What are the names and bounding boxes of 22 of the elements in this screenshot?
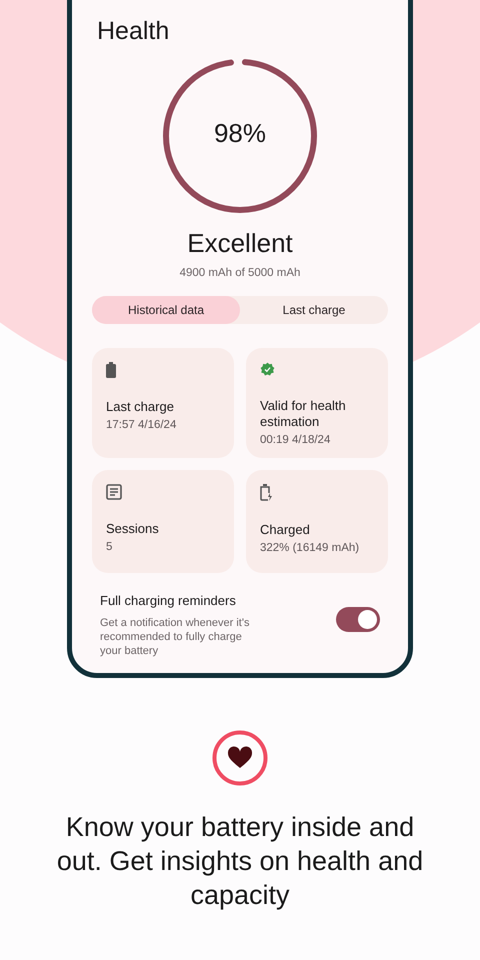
card-value: 00:19 4/18/24 <box>260 434 332 446</box>
card-title: Valid for health estimation <box>260 398 347 430</box>
tagline: Know your battery inside and out. Get insights on health and capacity <box>56 811 424 912</box>
reminder-title: Full charging reminders <box>100 593 237 608</box>
tab[interactable]: Historical data <box>92 296 240 324</box>
health-rating: Excellent <box>187 228 293 259</box>
capacity-text: 4900 mAh of 5000 mAh <box>180 267 300 279</box>
notes-icon <box>106 484 122 500</box>
card-value: 17:57 4/16/24 <box>106 419 178 431</box>
card-title: Charged <box>260 522 311 538</box>
card-value: 5 <box>106 541 114 553</box>
reminder-description: Get a notification whenever it's recommended to fully charge your battery <box>100 616 250 658</box>
health-percentage: 98% <box>212 118 268 149</box>
reminder-toggle[interactable] <box>336 607 380 632</box>
card-title: Last charge <box>106 399 175 415</box>
screen-title: Health <box>97 17 170 46</box>
verified-badge-icon <box>260 362 275 377</box>
battery-icon <box>106 362 116 378</box>
card-title: Sessions <box>106 521 160 537</box>
battery-charging-icon <box>260 484 273 501</box>
card-value: 322% (16149 mAh) <box>260 542 360 554</box>
tab[interactable]: Last charge <box>240 296 388 324</box>
